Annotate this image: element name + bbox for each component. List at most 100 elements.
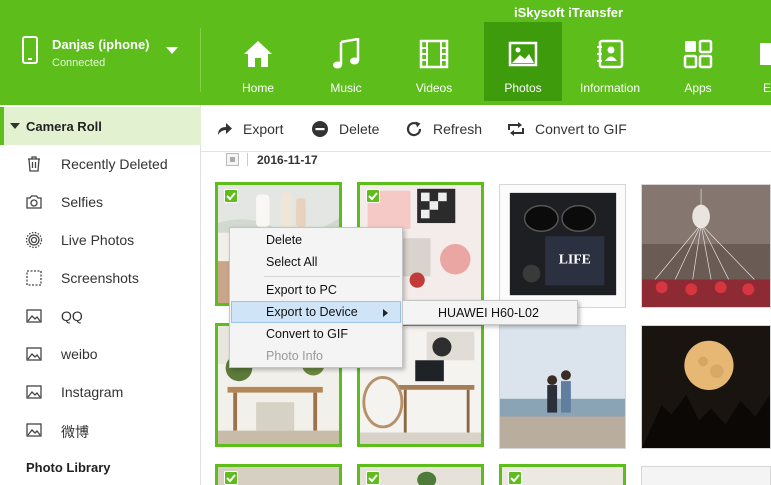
- tab-apps[interactable]: Apps: [659, 22, 737, 103]
- menu-item-export-to-device[interactable]: Export to Device: [231, 301, 401, 323]
- sidebar-item-label: 微博: [61, 424, 89, 440]
- tab-music[interactable]: Music: [307, 22, 385, 103]
- caret-down-icon[interactable]: [10, 123, 20, 129]
- music-icon: [330, 37, 362, 70]
- tab-information[interactable]: Information: [571, 22, 649, 103]
- divider: [200, 28, 201, 92]
- export-button[interactable]: Export: [215, 119, 295, 139]
- album-icon: [25, 421, 43, 439]
- date-group-header: 2016-11-17: [201, 152, 771, 170]
- menu-separator: [264, 276, 400, 277]
- device-status: Connected: [52, 57, 106, 69]
- sidebar-item-instagram[interactable]: Instagram: [0, 373, 200, 411]
- menu-item-device[interactable]: HUAWEI H60-L02: [438, 306, 539, 320]
- toolbar: Export Delete Refresh Convert to GIF: [201, 105, 771, 152]
- checkmark-icon[interactable]: [366, 471, 380, 485]
- sidebar-section-photo-library[interactable]: Photo Library: [26, 460, 111, 475]
- menu-item-label: Photo Info: [266, 349, 323, 363]
- menu-item-export-to-pc[interactable]: Export to PC: [231, 279, 401, 301]
- home-icon: [242, 38, 274, 70]
- sidebar-item-weibo[interactable]: weibo: [0, 335, 200, 373]
- sidebar: Camera Roll Recently Deleted Selfies Liv…: [0, 105, 201, 485]
- convert-to-gif-button[interactable]: Convert to GIF: [507, 119, 647, 139]
- refresh-button[interactable]: Refresh: [405, 119, 495, 139]
- menu-item-delete[interactable]: Delete: [231, 229, 401, 251]
- chevron-down-icon[interactable]: [166, 47, 178, 54]
- tab-more[interactable]: E: [747, 22, 771, 103]
- photo-image: [642, 185, 770, 307]
- sidebar-item-recently-deleted[interactable]: Recently Deleted: [0, 145, 200, 183]
- photo-image: [500, 326, 625, 448]
- tab-label: Photos: [504, 81, 542, 95]
- tab-label: E: [763, 81, 771, 95]
- checkmark-icon[interactable]: [366, 189, 380, 203]
- device-name: Danjas (iphone): [52, 37, 150, 52]
- tab-label: Videos: [415, 81, 453, 95]
- photo-image: [642, 326, 770, 448]
- sidebar-item-label: Recently Deleted: [61, 156, 168, 172]
- menu-item-label: Export to Device: [266, 305, 358, 319]
- group-date: 2016-11-17: [257, 153, 318, 167]
- menu-item-label: Select All: [266, 255, 318, 269]
- sidebar-item-qq[interactable]: QQ: [0, 297, 200, 335]
- photo-thumbnail[interactable]: LIFE: [499, 184, 626, 308]
- tab-photos[interactable]: Photos: [484, 22, 562, 103]
- sidebar-section-camera-roll[interactable]: Camera Roll: [0, 107, 201, 145]
- tab-label: Apps: [684, 81, 712, 95]
- sidebar-item-screenshots[interactable]: Screenshots: [0, 259, 200, 297]
- refresh-icon: [405, 120, 423, 138]
- sidebar-item-label: Instagram: [61, 384, 124, 400]
- sidebar-item-label: Live Photos: [61, 232, 135, 248]
- context-menu: Delete Select All Export to PC Export to…: [229, 227, 403, 368]
- photo-thumbnail[interactable]: [641, 466, 771, 485]
- photo-thumbnail[interactable]: [641, 325, 771, 449]
- tab-videos[interactable]: Videos: [395, 22, 473, 103]
- refresh-label: Refresh: [433, 121, 483, 137]
- menu-item-label: Convert to GIF: [266, 327, 348, 341]
- minus-circle-icon: [311, 120, 329, 138]
- photo-thumbnail[interactable]: [499, 464, 626, 485]
- menu-item-convert-to-gif[interactable]: Convert to GIF: [231, 323, 401, 345]
- live-photo-icon: [25, 231, 43, 249]
- film-icon: [418, 38, 450, 70]
- sidebar-item-label: Selfies: [61, 194, 104, 210]
- album-icon: [25, 307, 43, 325]
- svg-text:LIFE: LIFE: [559, 252, 591, 267]
- sidebar-item-label: weibo: [61, 346, 98, 362]
- sidebar-item-selfies[interactable]: Selfies: [0, 183, 200, 221]
- album-icon: [25, 383, 43, 401]
- sidebar-item-label: Screenshots: [61, 270, 139, 286]
- tab-home[interactable]: Home: [219, 22, 297, 103]
- photo-thumbnail[interactable]: [357, 464, 484, 485]
- photo-thumbnail[interactable]: [641, 184, 771, 308]
- submenu-devices: HUAWEI H60-L02: [402, 300, 578, 325]
- photo-thumbnail[interactable]: [215, 464, 342, 485]
- tab-label: Music: [330, 81, 362, 95]
- group-select-checkbox[interactable]: [226, 153, 239, 166]
- sidebar-item-label: QQ: [61, 308, 83, 324]
- screenshot-icon: [25, 269, 43, 287]
- delete-button[interactable]: Delete: [311, 119, 391, 139]
- menu-item-select-all[interactable]: Select All: [231, 251, 401, 273]
- menu-item-photo-info: Photo Info: [231, 345, 401, 367]
- delete-label: Delete: [339, 121, 380, 137]
- checkmark-icon[interactable]: [508, 471, 522, 485]
- trash-icon: [25, 155, 43, 173]
- tab-label: Information: [579, 81, 641, 95]
- photo-image: LIFE: [500, 185, 625, 307]
- sidebar-item-weibo-cn[interactable]: 微博: [0, 411, 200, 449]
- more-icon: [757, 38, 771, 70]
- sidebar-item-live-photos[interactable]: Live Photos: [0, 221, 200, 259]
- contacts-icon: [594, 38, 626, 70]
- convert-icon: [507, 120, 525, 138]
- photo-image: [642, 467, 770, 485]
- export-label: Export: [243, 121, 284, 137]
- divider: [247, 153, 248, 166]
- photo-thumbnail[interactable]: [499, 325, 626, 449]
- menu-item-label: Delete: [266, 233, 303, 247]
- checkmark-icon[interactable]: [224, 189, 238, 203]
- album-icon: [25, 345, 43, 363]
- checkmark-icon[interactable]: [224, 471, 238, 485]
- device-selector[interactable]: Danjas (iphone) Connected: [0, 22, 200, 82]
- tab-label: Home: [241, 81, 274, 95]
